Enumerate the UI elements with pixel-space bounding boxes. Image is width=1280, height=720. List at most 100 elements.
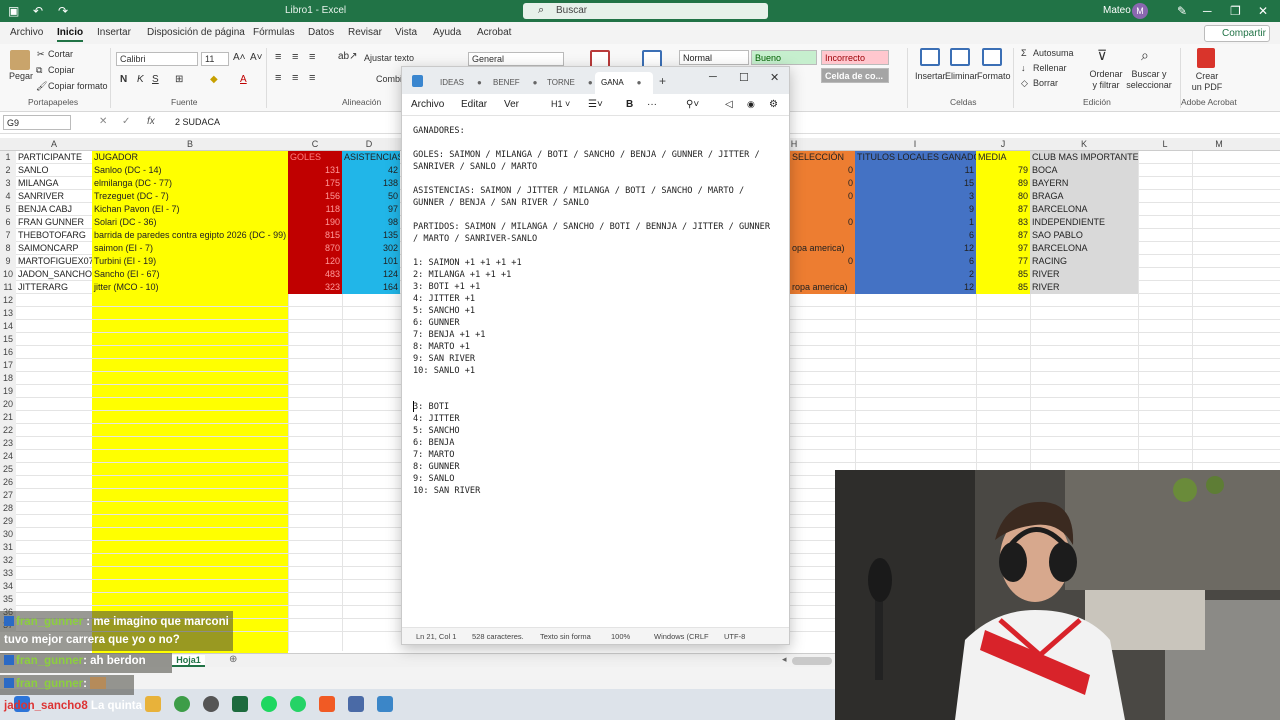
- row-number[interactable]: 9: [0, 255, 16, 268]
- cell-d5[interactable]: 97: [342, 203, 400, 216]
- heading-dropdown[interactable]: H1 ˅: [551, 99, 570, 109]
- cell-d4[interactable]: 50: [342, 190, 400, 203]
- avatar[interactable]: M: [1132, 3, 1148, 19]
- cell-j10[interactable]: 85: [976, 268, 1030, 281]
- cell-b1[interactable]: JUGADOR: [92, 151, 288, 164]
- cell-h8[interactable]: opa america): [790, 242, 855, 255]
- cell-d9[interactable]: 101: [342, 255, 400, 268]
- row-number[interactable]: 31: [0, 541, 16, 554]
- underline-icon[interactable]: S: [152, 74, 159, 85]
- notepad-tab-torne[interactable]: TORNE ●: [547, 78, 593, 87]
- row-number[interactable]: 14: [0, 320, 16, 333]
- style-celda[interactable]: Celda de co...: [821, 68, 889, 83]
- obs-icon[interactable]: [203, 696, 219, 712]
- font-name-select[interactable]: Calibri: [116, 52, 198, 66]
- autosum-icon[interactable]: Σ: [1021, 48, 1027, 58]
- tab-disposicion[interactable]: Disposición de página: [147, 27, 245, 38]
- row-number[interactable]: 34: [0, 580, 16, 593]
- cell-h6[interactable]: 0: [790, 216, 855, 229]
- cell-j1[interactable]: MEDIA: [976, 151, 1030, 164]
- cell-c10[interactable]: 483: [288, 268, 342, 281]
- cell-h1[interactable]: SELECCIÓN: [790, 151, 855, 164]
- cell-j9[interactable]: 77: [976, 255, 1030, 268]
- notepad-tab-gana[interactable]: GANA ●: [601, 78, 642, 87]
- row-number[interactable]: 7: [0, 229, 16, 242]
- grow-font-icon[interactable]: A˄: [233, 52, 246, 63]
- cancel-icon[interactable]: ✕: [99, 116, 107, 127]
- cell-h10[interactable]: [790, 268, 855, 281]
- row-number[interactable]: 32: [0, 554, 16, 567]
- col-header-c[interactable]: C: [288, 139, 342, 149]
- cell-j3[interactable]: 89: [976, 177, 1030, 190]
- tab-acrobat[interactable]: Acrobat: [477, 27, 511, 38]
- italic-icon[interactable]: K: [137, 74, 144, 85]
- close-icon[interactable]: ✕: [770, 71, 779, 84]
- cell-c5[interactable]: 118: [288, 203, 342, 216]
- minimize-icon[interactable]: ─: [1203, 4, 1212, 18]
- cell-a11[interactable]: JITTERARG: [16, 281, 92, 294]
- delete-cells-icon[interactable]: [950, 48, 970, 66]
- cell-k6[interactable]: INDEPENDIENTE: [1030, 216, 1138, 229]
- add-sheet-icon[interactable]: ⊕: [229, 654, 237, 665]
- chrome-icon[interactable]: [174, 696, 190, 712]
- excel-icon[interactable]: [232, 696, 248, 712]
- font-color-icon[interactable]: A: [240, 74, 247, 85]
- minimize-icon[interactable]: ─: [709, 71, 717, 83]
- cell-c1[interactable]: GOLES: [288, 151, 342, 164]
- tab-ayuda[interactable]: Ayuda: [433, 27, 461, 38]
- cell-d10[interactable]: 124: [342, 268, 400, 281]
- cell-i6[interactable]: 1: [855, 216, 976, 229]
- cell-a6[interactable]: FRAN GUNNER: [16, 216, 92, 229]
- fill-icon[interactable]: ↓: [1021, 63, 1026, 73]
- col-header-j[interactable]: J: [976, 139, 1030, 149]
- row-number[interactable]: 11: [0, 281, 16, 294]
- cell-j4[interactable]: 80: [976, 190, 1030, 203]
- cut-icon[interactable]: ✂: [37, 49, 45, 60]
- copy-icon[interactable]: ⧉: [36, 65, 42, 76]
- cell-h7[interactable]: [790, 229, 855, 242]
- font-size-select[interactable]: 11: [201, 52, 229, 66]
- style-normal[interactable]: Normal: [679, 50, 749, 65]
- share-button[interactable]: Compartir: [1204, 25, 1270, 42]
- tab-formulas[interactable]: Fórmulas: [253, 27, 295, 38]
- cell-k9[interactable]: RACING: [1030, 255, 1138, 268]
- tab-vista[interactable]: Vista: [395, 27, 417, 38]
- col-header-i[interactable]: I: [855, 139, 975, 149]
- cell-b7[interactable]: barrida de paredes contra egipto 2026 (D…: [92, 229, 288, 242]
- cell-k7[interactable]: SAO PABLO: [1030, 229, 1138, 242]
- col-header-a[interactable]: A: [16, 139, 92, 149]
- row-number[interactable]: 17: [0, 359, 16, 372]
- cell-d11[interactable]: 164: [342, 281, 400, 294]
- cell-c4[interactable]: 156: [288, 190, 342, 203]
- cell-i10[interactable]: 2: [855, 268, 976, 281]
- cell-i7[interactable]: 6: [855, 229, 976, 242]
- cell-c6[interactable]: 190: [288, 216, 342, 229]
- col-header-m[interactable]: M: [1192, 139, 1246, 149]
- notepad-tab-benef[interactable]: BENEF ●: [493, 78, 538, 87]
- row-number[interactable]: 18: [0, 372, 16, 385]
- cell-d6[interactable]: 98: [342, 216, 400, 229]
- paste-icon[interactable]: [10, 50, 30, 70]
- cell-j6[interactable]: 83: [976, 216, 1030, 229]
- pen-icon[interactable]: ✎: [1177, 4, 1187, 18]
- list-icon[interactable]: ☰˅: [588, 99, 603, 110]
- cut-label[interactable]: Cortar: [48, 49, 73, 59]
- cell-a4[interactable]: SANRIVER: [16, 190, 92, 203]
- cell-i8[interactable]: 12: [855, 242, 976, 255]
- cell-a5[interactable]: BENJA CABJ: [16, 203, 92, 216]
- cell-k10[interactable]: RIVER: [1030, 268, 1138, 281]
- cell-h4[interactable]: 0: [790, 190, 855, 203]
- cell-b4[interactable]: Trezeguet (DC - 7): [92, 190, 288, 203]
- row-number[interactable]: 33: [0, 567, 16, 580]
- cell-b9[interactable]: Turbini (EI - 19): [92, 255, 288, 268]
- formula-input[interactable]: 2 SUDACA: [175, 117, 220, 127]
- col-header-d[interactable]: D: [342, 139, 396, 149]
- more-icon[interactable]: ···: [647, 99, 657, 110]
- row-number[interactable]: 27: [0, 489, 16, 502]
- format-cells-icon[interactable]: [982, 48, 1002, 66]
- row-number[interactable]: 2: [0, 164, 16, 177]
- horizontal-scrollbar[interactable]: [792, 657, 832, 665]
- fx-icon[interactable]: fx: [147, 116, 155, 127]
- cell-j7[interactable]: 87: [976, 229, 1030, 242]
- sort-filter-icon[interactable]: ⊽: [1097, 47, 1107, 64]
